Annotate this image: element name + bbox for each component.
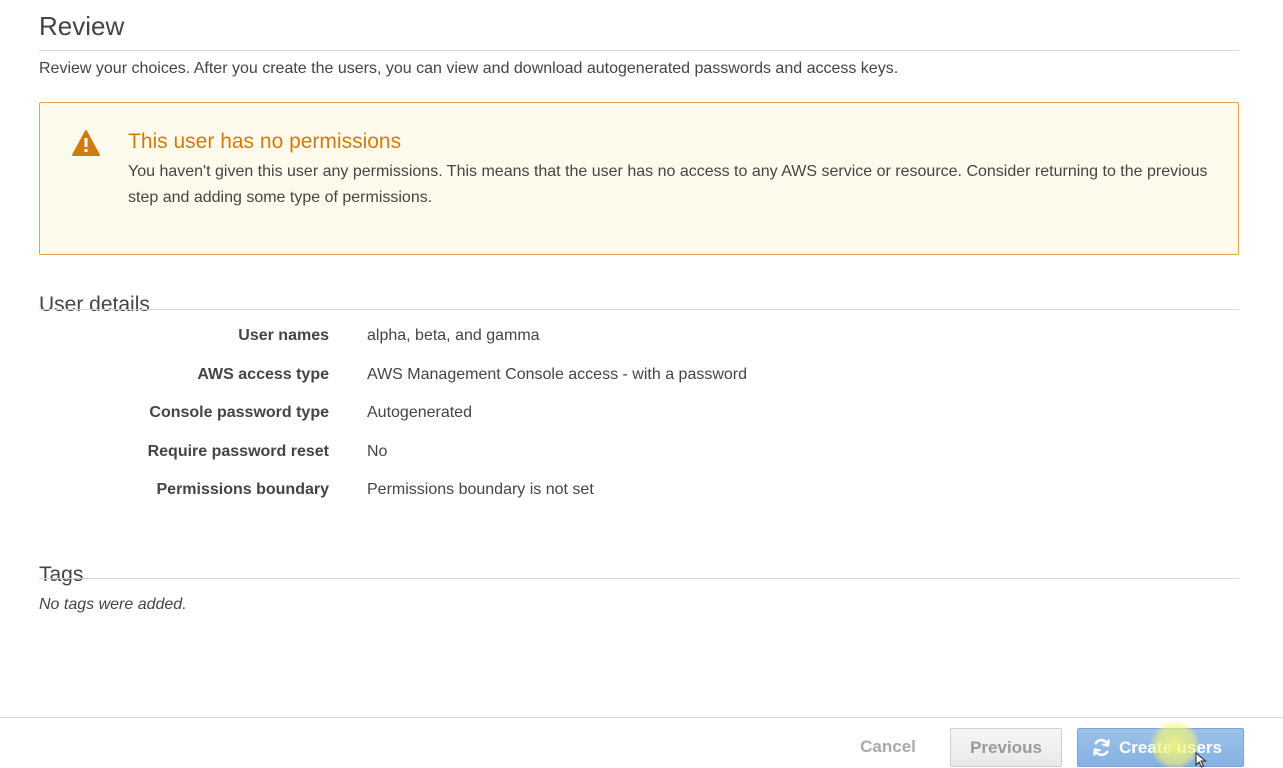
detail-value: alpha, beta, and gamma [367, 327, 540, 344]
review-description: Review your choices. After you create th… [39, 60, 899, 77]
detail-value: Autogenerated [367, 404, 472, 421]
tags-divider [39, 578, 1239, 579]
refresh-spinner-icon [1093, 738, 1110, 757]
user-details-divider [39, 309, 1239, 310]
detail-label: Require password reset [147, 442, 329, 460]
detail-row-password-reset: Require password reset No [39, 439, 1239, 478]
user-details-list: User names alpha, beta, and gamma AWS ac… [39, 323, 1239, 516]
detail-value: Permissions boundary is not set [367, 481, 594, 498]
create-users-label: Create users [1119, 738, 1223, 757]
detail-label: Console password type [149, 404, 329, 421]
warning-body: You haven't given this user any permissi… [128, 163, 1208, 206]
detail-row-access-type: AWS access type AWS Management Console a… [39, 362, 1239, 401]
previous-button[interactable]: Previous [950, 728, 1062, 767]
detail-value: AWS Management Console access - with a p… [367, 365, 748, 383]
cancel-button[interactable]: Cancel [848, 728, 928, 766]
create-users-button[interactable]: Create users [1077, 728, 1244, 767]
footer-divider [0, 717, 1283, 718]
no-tags-message: No tags were added. [39, 596, 187, 613]
page-title: Review [39, 11, 125, 41]
tags-heading: Tags [39, 563, 84, 587]
detail-row-password-type: Console password type Autogenerated [39, 400, 1239, 439]
warning-title: This user has no permissions [128, 130, 402, 153]
user-details-heading: User details [39, 293, 150, 317]
detail-label: AWS access type [197, 365, 329, 383]
detail-row-permissions-boundary: Permissions boundary Permissions boundar… [39, 477, 1239, 516]
detail-value: No [367, 442, 388, 460]
detail-row-user-names: User names alpha, beta, and gamma [39, 323, 1239, 362]
detail-label: User names [238, 327, 329, 344]
detail-label: Permissions boundary [156, 481, 330, 498]
warning-triangle-icon [72, 130, 100, 156]
title-divider [39, 50, 1239, 51]
review-page: Review Review your choices. After you cr… [0, 0, 1283, 768]
no-permissions-warning: This user has no permissions You haven't… [39, 102, 1239, 255]
